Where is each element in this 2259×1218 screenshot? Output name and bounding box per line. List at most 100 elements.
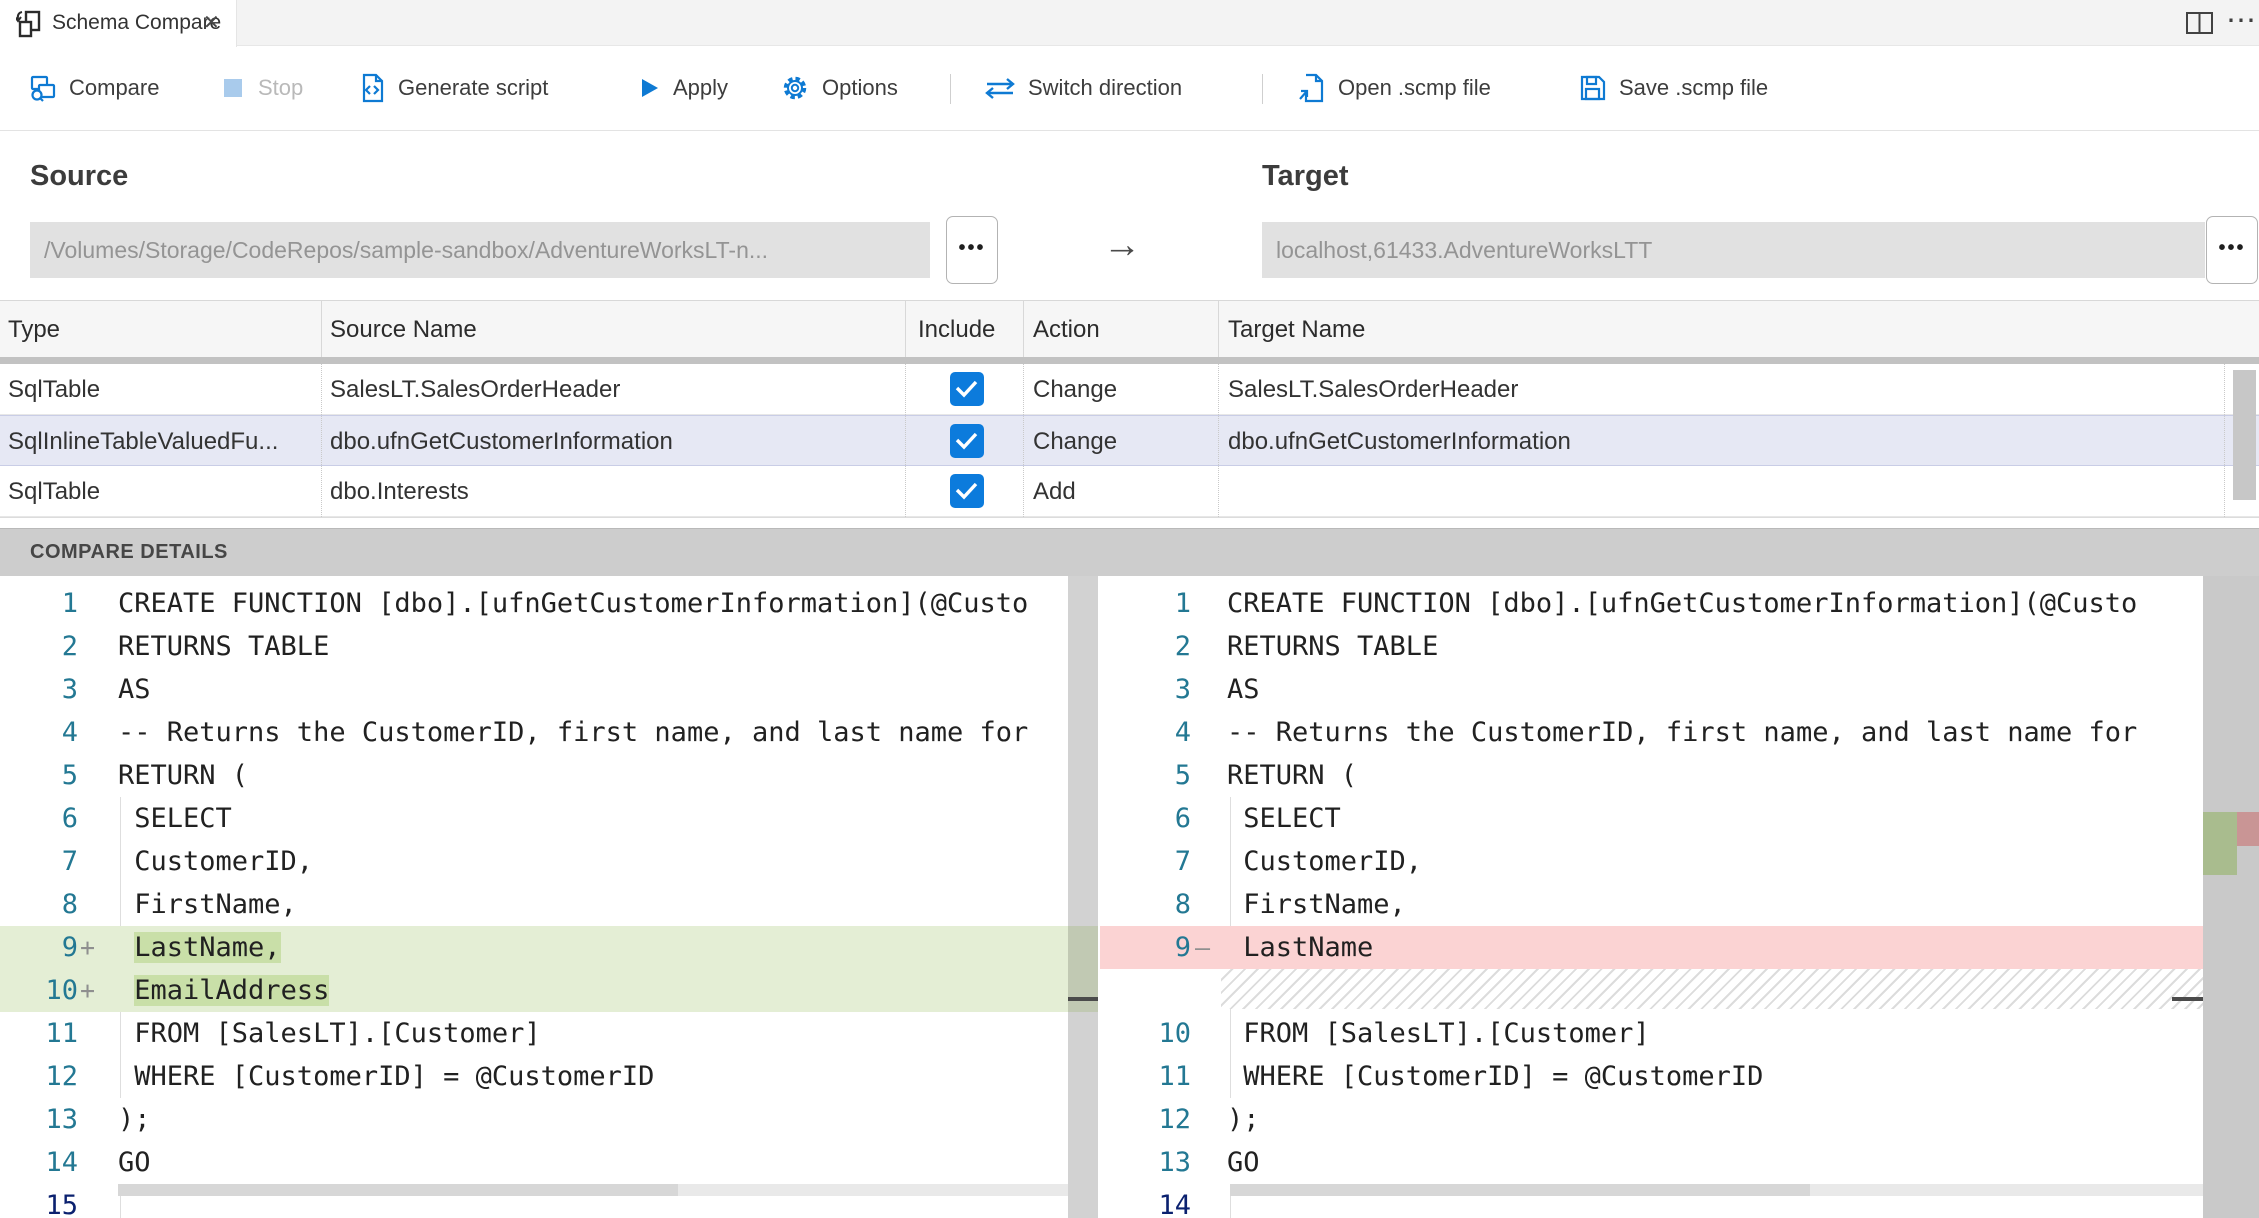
column-divider [2224,364,2225,517]
compare-button[interactable]: Compare [28,46,159,130]
line-text: AS [1227,674,1260,705]
line-text: LastName [1227,932,1374,963]
code-line: 10 FROM [SalesLT].[Customer] [1100,1012,2203,1055]
editor-tab-bar: Schema Compare ✕ ⋯ [0,0,2259,47]
table-row[interactable]: SqlTable SalesLT.SalesOrderHeader Change… [0,364,2259,415]
source-browse-button[interactable]: ••• [946,216,998,284]
compare-icon [28,73,58,103]
line-text: -- Returns the CustomerID, first name, a… [1227,717,2138,748]
line-text: CustomerID, [118,846,314,877]
close-icon[interactable]: ✕ [203,0,220,46]
gear-icon [779,72,811,104]
table-row[interactable]: SqlInlineTableValuedFu... dbo.ufnGetCust… [0,415,2259,466]
apply-button[interactable]: Apply [634,46,728,130]
compare-details-label: COMPARE DETAILS [30,541,228,563]
diff-overview-ruler[interactable] [2203,576,2259,1218]
column-type[interactable]: Type [8,301,60,358]
diff-marker: – [1195,933,1211,962]
line-text: GO [118,1147,151,1178]
line-number: 8 [61,889,78,920]
stop-button[interactable]: Stop [219,46,303,130]
code-line: 7 CustomerID, [1100,840,2203,883]
line-number: 9 [61,932,78,963]
diff-region-end-marker [1068,997,1098,1001]
line-number: 14 [1158,1190,1191,1218]
compare-details-header[interactable]: COMPARE DETAILS [0,528,2259,576]
column-source-name[interactable]: Source Name [330,301,477,358]
line-number: 3 [1174,674,1191,705]
overview-insert-marker [2203,812,2237,875]
left-horizontal-scrollbar[interactable] [118,1184,1068,1196]
line-text: AS [118,674,151,705]
line-number: 3 [61,674,78,705]
diff-marker: + [80,976,96,1005]
code-line: 7 CustomerID, [0,840,1068,883]
save-icon [1578,73,1608,103]
source-code-pane[interactable]: 1 CREATE FUNCTION [dbo].[ufnGetCustomerI… [0,576,1068,1218]
line-text: FirstName, [1227,889,1406,920]
column-divider [1023,300,1024,357]
code-line: 8 FirstName, [0,883,1068,926]
left-editor-scrollbar[interactable] [1068,576,1098,1218]
switch-direction-button[interactable]: Switch direction [983,46,1182,130]
right-horizontal-scrollbar[interactable] [1230,1184,2203,1196]
code-line: 6 SELECT [1100,797,2203,840]
line-text: CREATE FUNCTION [dbo].[ufnGetCustomerInf… [1227,588,2138,619]
more-actions-icon[interactable]: ⋯ [2226,0,2256,46]
line-number: 4 [1174,717,1191,748]
code-line: 5 RETURN ( [0,754,1068,797]
column-divider [321,300,322,357]
grid-vertical-scrollbar[interactable] [2233,370,2256,500]
column-target-name[interactable]: Target Name [1228,301,1365,358]
code-line: 11 WHERE [CustomerID] = @CustomerID [1100,1055,2203,1098]
tab-schema-compare[interactable]: Schema Compare ✕ [0,0,237,47]
line-number: 10 [1158,1018,1191,1049]
code-line: 11 FROM [SalesLT].[Customer] [0,1012,1068,1055]
line-number: 7 [1174,846,1191,877]
schema-compare-icon [16,9,44,39]
code-line: 10 + EmailAddress [0,969,1068,1012]
apply-icon [634,74,662,102]
column-action[interactable]: Action [1033,301,1100,358]
line-number: 8 [1174,889,1191,920]
include-checkbox[interactable] [950,372,984,406]
open-scmp-button[interactable]: Open .scmp file [1297,46,1491,130]
line-number: 5 [1174,760,1191,791]
column-include[interactable]: Include [918,301,995,358]
source-label: Source [30,160,129,192]
code-line: 9 – LastName [1100,926,2203,969]
line-number: 6 [1174,803,1191,834]
source-path-field[interactable]: /Volumes/Storage/CodeRepos/sample-sandbo… [30,222,930,278]
split-editor-icon[interactable] [2186,12,2213,34]
line-text: ); [118,1104,151,1135]
code-line: 4 -- Returns the CustomerID, first name,… [0,711,1068,754]
code-line: 9 + LastName, [0,926,1068,969]
include-checkbox[interactable] [950,474,984,508]
line-number: 13 [1158,1147,1191,1178]
line-text: CustomerID, [1227,846,1423,877]
options-button[interactable]: Options [779,46,898,130]
line-text: FROM [SalesLT].[Customer] [1227,1018,1650,1049]
line-text: FirstName, [118,889,297,920]
line-text: GO [1227,1147,1260,1178]
code-line: 13 GO [1100,1141,2203,1184]
line-number: 12 [45,1061,78,1092]
save-scmp-button[interactable]: Save .scmp file [1578,46,1768,130]
code-line: 6 SELECT [0,797,1068,840]
line-text: -- Returns the CustomerID, first name, a… [118,717,1029,748]
table-row[interactable]: SqlTable dbo.Interests Add [0,466,2259,517]
code-line: 8 FirstName, [1100,883,2203,926]
line-number: 9 [1174,932,1191,963]
line-text: WHERE [CustomerID] = @CustomerID [118,1061,655,1092]
code-line: 3 AS [0,668,1068,711]
generate-script-button[interactable]: Generate script [357,46,548,130]
include-checkbox[interactable] [950,424,984,458]
column-divider [905,364,906,517]
target-code-pane[interactable]: 1 CREATE FUNCTION [dbo].[ufnGetCustomerI… [1100,576,2203,1218]
code-line: 1 CREATE FUNCTION [dbo].[ufnGetCustomerI… [1100,582,2203,625]
line-number: 13 [45,1104,78,1135]
line-number: 12 [1158,1104,1191,1135]
target-connection-field[interactable]: localhost,61433.AdventureWorksLTT [1262,222,2205,278]
line-number: 7 [61,846,78,877]
target-browse-button[interactable]: ••• [2206,216,2258,284]
